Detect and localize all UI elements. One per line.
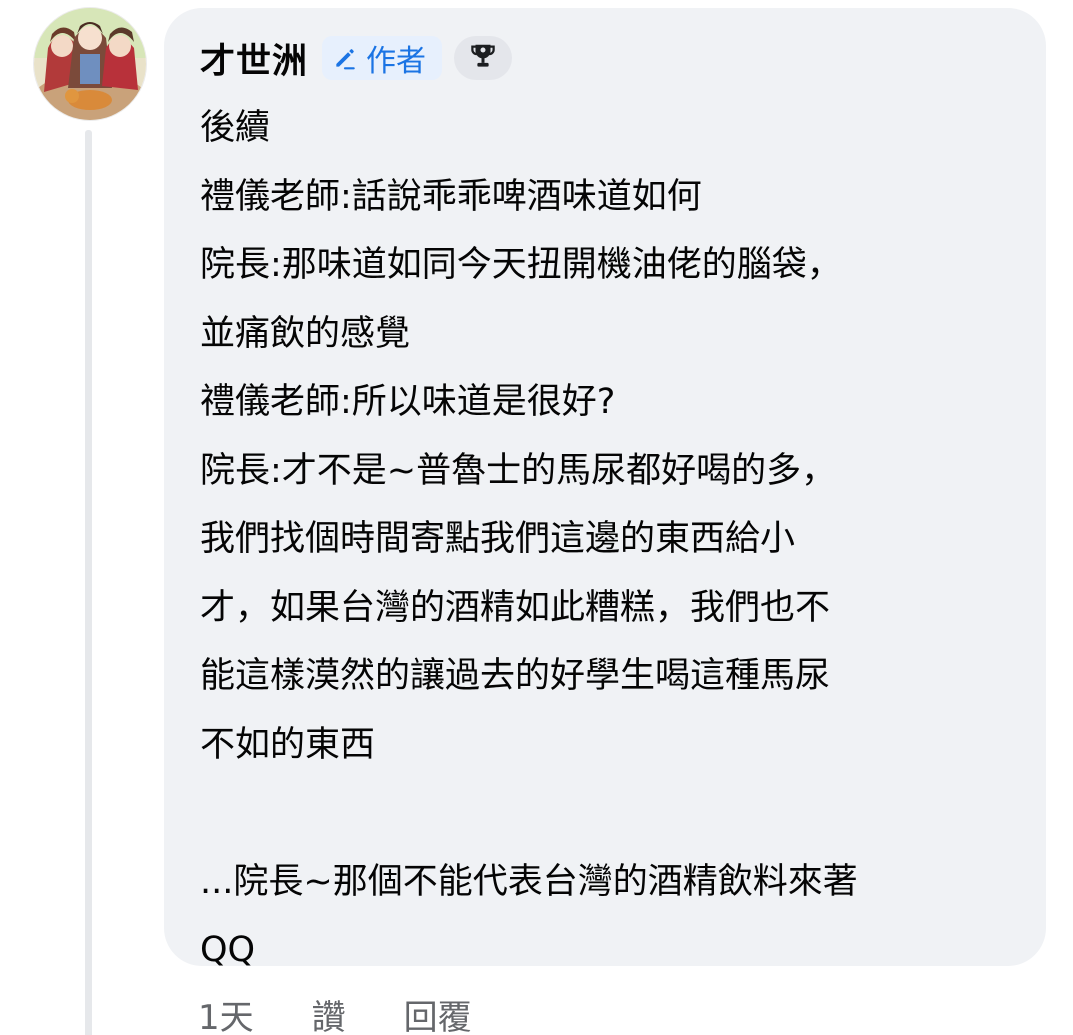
like-button[interactable]: 讚 [312, 990, 346, 1035]
comment-line: 才，如果台灣的酒精如此糟糕，我們也不 [200, 587, 831, 628]
comment-thread: 才世洲 作者 後續 禮儀老師:話說乖乖啤酒味道如何 院長:那味道如同今天扭開機油… [0, 0, 1073, 1035]
comment-actions: 1天 讚 回覆 [198, 990, 472, 1035]
comment-line: 能這樣漠然的讓過去的好學生喝這種馬尿 [200, 656, 831, 696]
comment-line: QQ [200, 930, 256, 970]
trophy-icon [468, 41, 498, 75]
comment-line: ...院長~那個不能代表台灣的酒精飲料來著 [200, 861, 858, 902]
avatar-image [34, 8, 146, 120]
comment-blank-line [200, 779, 1010, 848]
comment-line: 後續 [200, 108, 271, 148]
comment-line: 我們找個時間寄點我們這邊的東西給小 [200, 519, 796, 559]
comment-line: 禮儀老師:話說乖乖啤酒味道如何 [200, 176, 702, 217]
avatar[interactable] [34, 8, 146, 120]
comment-bubble: 才世洲 作者 後續 禮儀老師:話說乖乖啤酒味道如何 院長:那味道如同今天扭開機油… [164, 8, 1046, 970]
comment-line: 禮儀老師:所以味道是很好? [200, 382, 616, 422]
comment-line: 院長:那味道如同今天扭開機油佬的腦袋， [200, 245, 842, 285]
comment-line: 院長:才不是~普魯士的馬尿都好喝的多， [200, 450, 837, 491]
author-name[interactable]: 才世洲 [200, 33, 308, 84]
comment-line: 不如的東西 [200, 724, 376, 765]
author-badge: 作者 [322, 36, 443, 80]
comment-timestamp[interactable]: 1天 [198, 990, 254, 1035]
pen-icon [332, 45, 358, 71]
top-fan-badge[interactable] [454, 36, 513, 80]
comment-text: 後續 禮儀老師:話說乖乖啤酒味道如何 院長:那味道如同今天扭開機油佬的腦袋， 並… [200, 94, 1010, 985]
thread-connector-line [85, 130, 92, 1035]
comment-line: 並痛飲的感覺 [200, 313, 411, 354]
author-badge-label: 作者 [366, 44, 427, 79]
comment-header: 才世洲 作者 [200, 28, 1010, 88]
reply-button[interactable]: 回覆 [404, 990, 472, 1035]
